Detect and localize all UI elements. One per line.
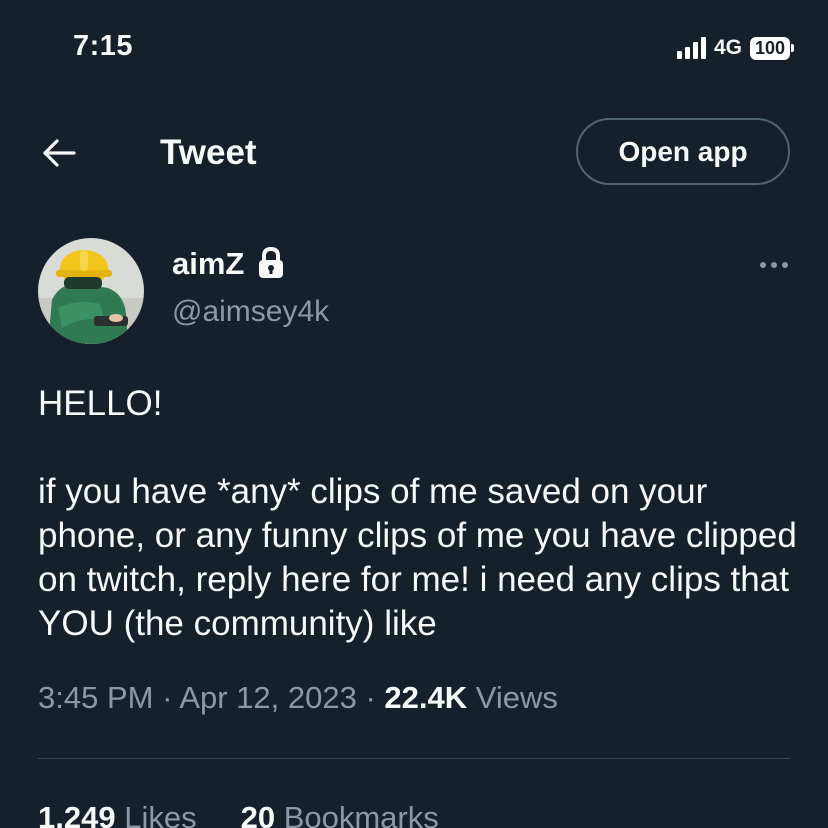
tweet-stats: 1,249 Likes 20 Bookmarks — [38, 800, 439, 828]
open-app-button[interactable]: Open app — [576, 118, 790, 185]
tweet-text-line-2: if you have *any* clips of me saved on y… — [38, 472, 797, 643]
status-indicators: 4G 100 — [676, 36, 794, 60]
signal-icon — [676, 37, 706, 59]
views-count: 22.4K — [384, 680, 468, 715]
tweet-text-line-1: HELLO! — [38, 384, 163, 423]
bookmarks-label: Bookmarks — [283, 800, 439, 828]
tweet-date[interactable]: Apr 12, 2023 — [179, 680, 357, 715]
likes-stat[interactable]: 1,249 Likes — [38, 800, 197, 828]
status-time: 7:15 — [73, 30, 134, 62]
battery-level: 100 — [749, 36, 790, 60]
likes-count: 1,249 — [38, 800, 116, 828]
meta-separator: · — [162, 680, 173, 715]
user-handle[interactable]: @aimsey4k — [172, 295, 329, 329]
tweet-meta: 3:45 PM · Apr 12, 2023 · 22.4K Views — [38, 680, 558, 716]
avatar[interactable] — [38, 238, 144, 344]
meta-separator-2: · — [365, 680, 376, 715]
divider — [38, 758, 790, 759]
tweet-screen: 7:15 4G 100 Tweet Open app aimZ @aimsey4… — [0, 0, 828, 828]
display-name-row: aimZ — [172, 246, 286, 282]
bookmarks-stat[interactable]: 20 Bookmarks — [241, 800, 439, 828]
network-label: 4G — [713, 36, 742, 59]
battery-icon: 100 — [749, 36, 794, 60]
lock-icon — [256, 246, 286, 280]
page-title: Tweet — [160, 133, 257, 172]
display-name[interactable]: aimZ — [172, 246, 244, 282]
more-options-icon[interactable] — [760, 262, 788, 268]
back-arrow-icon[interactable] — [38, 132, 80, 174]
likes-label: Likes — [124, 800, 197, 828]
tweet-text: HELLO! if you have *any* clips of me sav… — [38, 382, 798, 646]
tweet-time[interactable]: 3:45 PM — [38, 680, 153, 715]
views-label: Views — [475, 680, 558, 715]
bookmarks-count: 20 — [240, 800, 276, 828]
